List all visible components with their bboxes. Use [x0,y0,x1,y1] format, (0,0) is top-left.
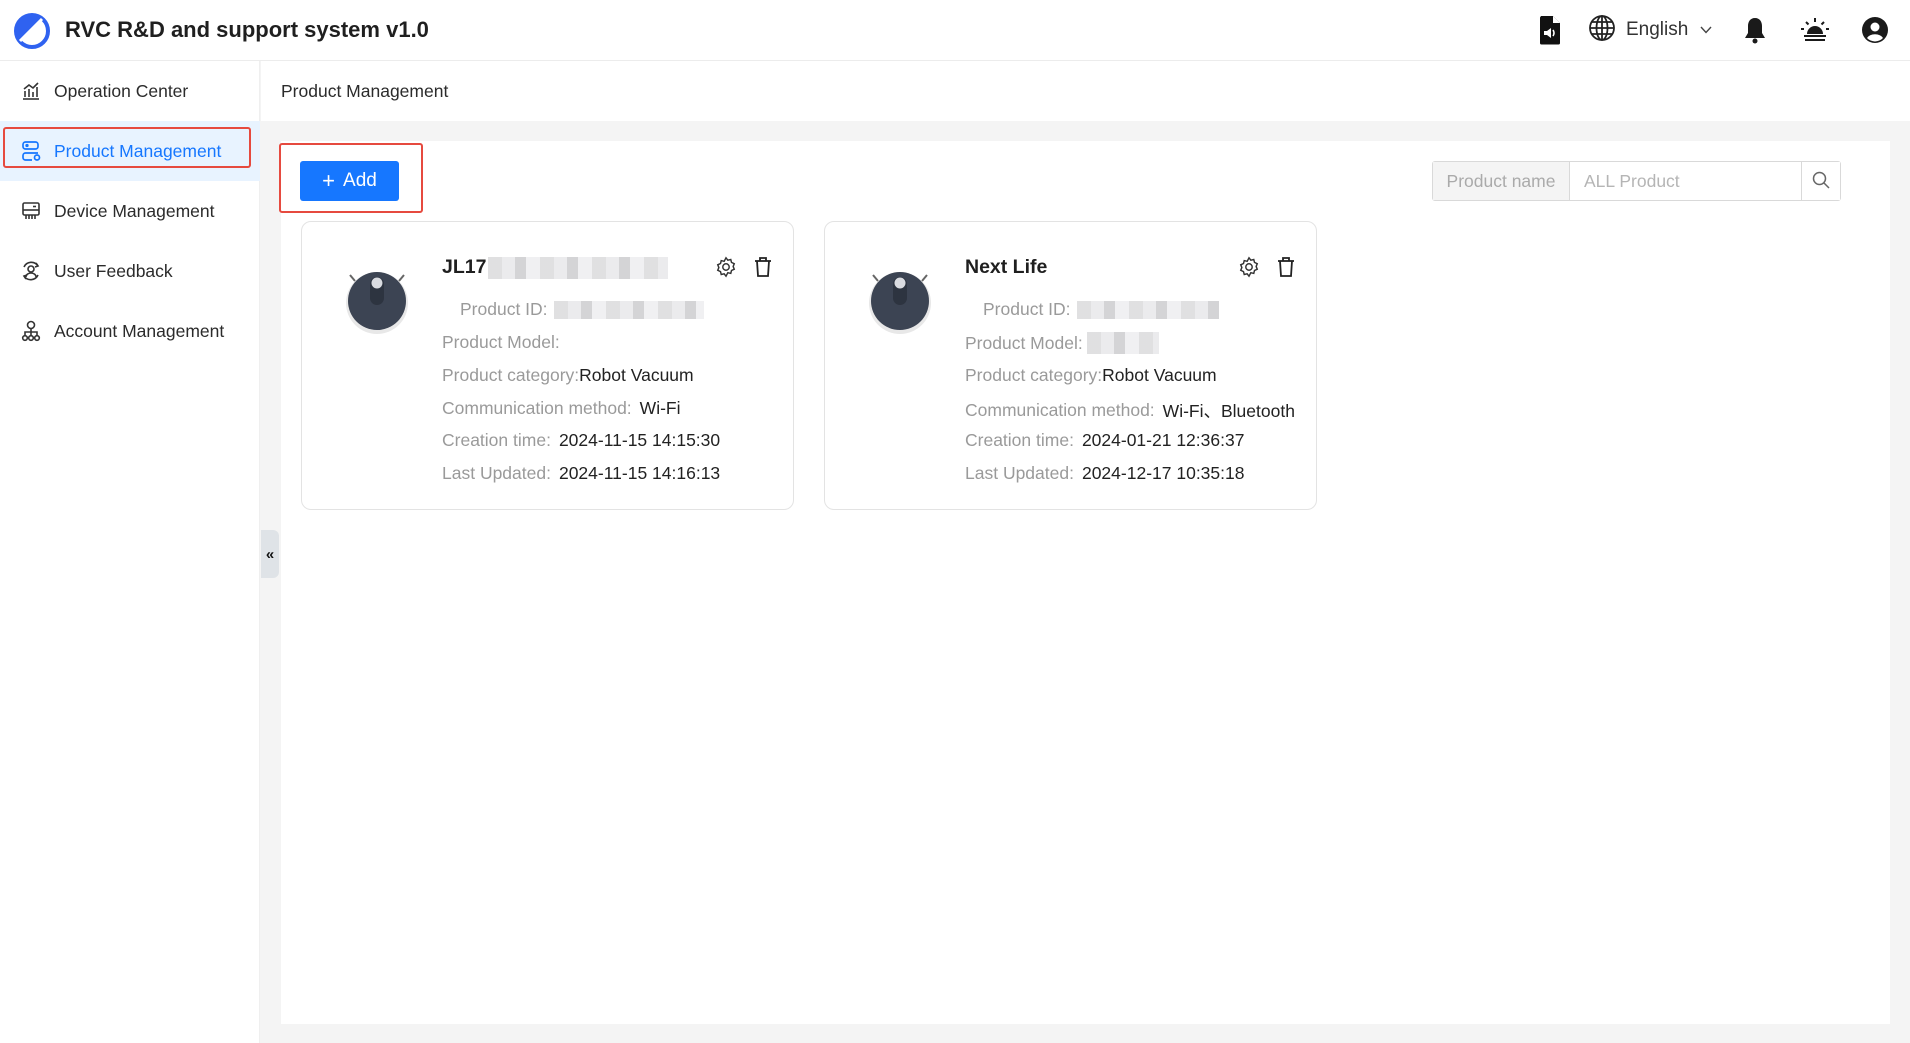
language-label: English [1626,19,1689,40]
settings-gear-icon[interactable] [1237,255,1261,279]
app-title: RVC R&D and support system v1.0 [65,17,429,42]
sidebar-item-account-management[interactable]: Account Management [0,301,260,361]
top-header: RVC R&D and support system v1.0 English [0,0,1910,61]
breadcrumb-bar: Product Management [261,61,1910,121]
creation-time-field: Creation time: 2024-01-21 12:36:37 [965,430,1245,450]
product-category-field: Product category: Robot Vacuum [965,365,1217,385]
product-search-input[interactable] [1570,162,1801,200]
redacted-text [553,300,704,319]
plus-icon: + [322,168,336,193]
feedback-icon [20,260,42,282]
breadcrumb: Product Management [281,81,449,101]
add-button-label: Add [343,170,377,191]
product-id-field: Product ID: [983,299,1219,320]
globe-icon [1588,14,1616,47]
trash-icon[interactable] [751,255,775,279]
product-model-field: Product Model: [442,332,560,352]
product-model-field: Product Model: [965,332,1159,354]
product-search: Product name [1432,161,1841,201]
sidebar-item-label: Account Management [54,320,225,341]
card-actions [714,255,775,279]
last-updated-field: Last Updated: 2024-12-17 10:35:18 [965,463,1245,483]
redacted-text [1076,300,1219,319]
sidebar-collapse-button[interactable]: « [261,530,279,578]
communication-method-field: Communication method: Wi-Fi、Bluetooth [965,400,1295,421]
creation-time-field: Creation time: 2024-11-15 14:15:30 [442,430,721,450]
add-product-button[interactable]: + Add [300,161,399,201]
product-icon [20,140,42,162]
search-field-label: Product name [1433,162,1570,200]
bell-icon[interactable] [1740,15,1770,45]
sidebar-item-label: Product Management [54,140,222,161]
sidebar-item-operation-center[interactable]: Operation Center [0,61,260,121]
account-tree-icon [20,320,42,342]
communication-method-field: Communication method: Wi-Fi [442,398,681,418]
sidebar-item-label: User Feedback [54,260,173,281]
product-card[interactable]: JL17 Product ID: Product Model: Product … [301,221,794,510]
alarm-light-icon[interactable] [1800,15,1830,45]
document-audio-icon[interactable] [1535,15,1565,45]
sidebar-item-label: Device Management [54,200,215,221]
sidebar-item-user-feedback[interactable]: User Feedback [0,241,260,301]
search-icon [1812,171,1830,192]
language-selector[interactable]: English [1588,13,1712,47]
chevron-down-icon [1700,21,1712,39]
product-card[interactable]: Next Life Product ID: Product Model: Pro… [824,221,1317,510]
card-actions [1237,255,1298,279]
settings-gear-icon[interactable] [714,255,738,279]
robot-vacuum-image [342,265,412,335]
redacted-text [1086,332,1159,354]
chart-icon [20,80,42,102]
last-updated-field: Last Updated: 2024-11-15 14:16:13 [442,463,721,483]
product-category-field: Product category: Robot Vacuum [442,365,694,385]
search-button[interactable] [1801,162,1840,200]
app-logo-icon [13,12,51,50]
redacted-text [488,256,669,279]
product-name: Next Life [965,256,1048,278]
sidebar-item-label: Operation Center [54,80,189,101]
user-avatar-icon[interactable] [1860,15,1890,45]
sidebar-item-device-management[interactable]: Device Management [0,181,260,241]
device-icon [20,200,42,222]
product-name: JL17 [442,256,669,279]
product-id-field: Product ID: [460,299,704,320]
sidebar-item-product-management[interactable]: Product Management [0,121,260,181]
sidebar: Operation Center Product Management Devi… [0,61,260,1043]
trash-icon[interactable] [1274,255,1298,279]
robot-vacuum-image [865,265,935,335]
